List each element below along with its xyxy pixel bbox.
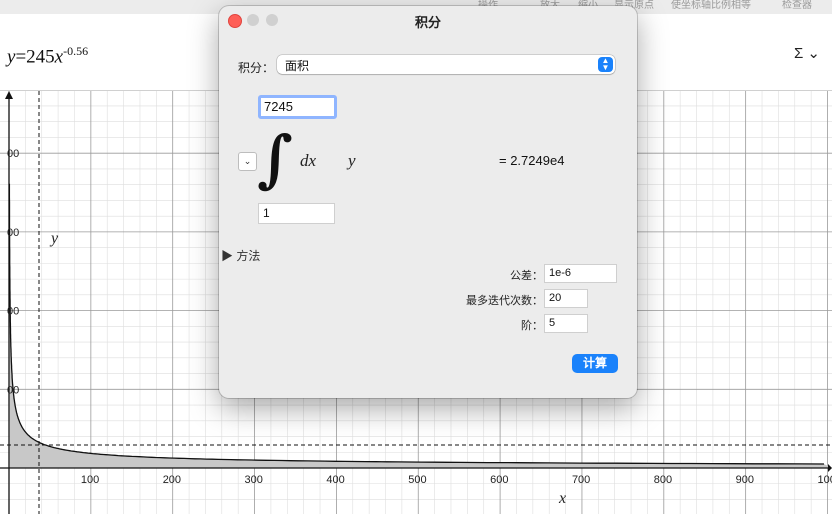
- x-axis-arrow: [828, 464, 832, 472]
- integrand-label: y: [348, 151, 356, 170]
- integral-result: = 2.7249e4: [499, 153, 565, 168]
- x-tick-labels: 100 200 300 400 500 600 700 800 900 1000: [81, 474, 832, 486]
- upper-limit-field[interactable]: 7245: [258, 95, 337, 119]
- equation-variable: x: [54, 46, 64, 68]
- tolerance-field[interactable]: 1e-6: [544, 264, 617, 283]
- x-tick-label: 400: [326, 474, 344, 486]
- sigma-menu-button[interactable]: Σ ⌄: [794, 44, 820, 62]
- y-tick-label: 00: [7, 148, 19, 160]
- x-tick-label: 300: [245, 474, 263, 486]
- x-tick-label: 200: [163, 474, 181, 486]
- max-iterations-field[interactable]: 20: [544, 289, 588, 308]
- lower-limit-field[interactable]: 1: [258, 203, 335, 224]
- integral-dialog: 积分 积分： 面积 ▲ ▼ 7245 ⌄ ∫ dx y = 2.7249e4 1 …: [219, 6, 637, 398]
- order-field[interactable]: 5: [544, 314, 588, 333]
- dx-label: dx: [300, 151, 317, 170]
- method-disclosure[interactable]: ▶ 方法: [221, 247, 260, 264]
- equation-coefficient: =245: [15, 46, 55, 68]
- integral-sign-icon: ∫: [257, 122, 293, 195]
- x-tick-label: 500: [408, 474, 426, 486]
- y-tick-label: 00: [7, 306, 19, 318]
- integral-type-select[interactable]: 面积 ▲ ▼: [277, 55, 615, 74]
- chevron-down-icon[interactable]: ⌄: [238, 152, 257, 171]
- max-iterations-label: 最多迭代次数：: [466, 295, 543, 307]
- equation-exponent: -0.56: [63, 44, 89, 58]
- y-axis-arrow: [5, 91, 13, 99]
- x-tick-label: 900: [736, 474, 754, 486]
- x-tick-label: 800: [654, 474, 672, 486]
- calculate-button[interactable]: 计算: [572, 354, 618, 373]
- integral-type-label: 积分：: [238, 61, 275, 75]
- y-tick-label: 00: [7, 384, 19, 396]
- toolbar-equal-axes[interactable]: 使坐标轴比例相等: [671, 0, 751, 12]
- tolerance-label: 公差：: [510, 270, 543, 282]
- x-axis-label: x: [558, 490, 566, 507]
- x-tick-label: 100: [81, 474, 99, 486]
- equation-text[interactable]: y=245x-0.56: [7, 44, 88, 68]
- integral-type-value: 面积: [285, 59, 310, 73]
- order-label: 阶：: [521, 320, 543, 332]
- x-tick-label: 1000: [818, 474, 832, 486]
- updown-chevron-icon: ▲ ▼: [598, 57, 613, 72]
- x-tick-label: 600: [490, 474, 508, 486]
- y-axis-label: y: [49, 230, 59, 247]
- y-tick-label: 00: [7, 227, 19, 239]
- dialog-title: 积分: [414, 15, 441, 30]
- x-tick-label: 700: [572, 474, 590, 486]
- toolbar-inspector[interactable]: 检查器: [782, 0, 812, 12]
